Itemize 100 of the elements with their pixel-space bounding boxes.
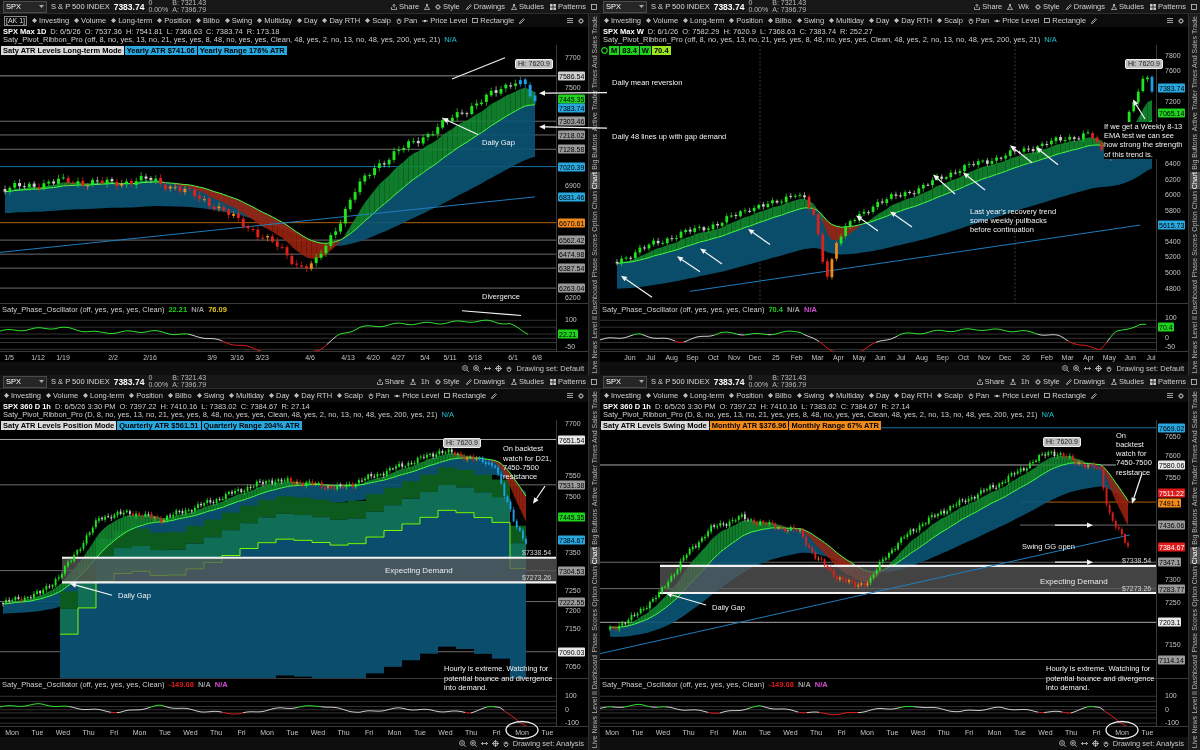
- crosshair-icon[interactable]: [1091, 740, 1099, 747]
- menu-icon[interactable]: [1167, 393, 1173, 398]
- horizontal-arrows-icon[interactable]: [1084, 366, 1092, 371]
- caret-icon: [39, 5, 44, 8]
- zoom-out-icon[interactable]: [1062, 365, 1070, 372]
- caret-icon: [639, 5, 644, 8]
- maximize-icon[interactable]: [591, 378, 597, 385]
- diamond-icon: [229, 393, 235, 398]
- diamond-icon: [829, 18, 835, 23]
- menu-icon[interactable]: [1167, 18, 1173, 23]
- horizontal-arrows-icon[interactable]: [480, 741, 488, 746]
- diamond-icon: [365, 18, 371, 23]
- diamond-icon: [46, 393, 52, 398]
- maximize-icon[interactable]: [1191, 3, 1197, 10]
- diamond-icon: [829, 393, 835, 398]
- gear-icon: [435, 3, 442, 10]
- diamond-icon: [111, 18, 117, 23]
- flask-icon[interactable]: [1007, 3, 1014, 10]
- zoom-out-icon[interactable]: [1058, 740, 1066, 747]
- share-icon: [376, 378, 383, 385]
- circle-icon: [601, 47, 608, 54]
- horizontal-arrows-icon[interactable]: [484, 366, 492, 371]
- diamond-icon: [74, 18, 80, 23]
- price-level-icon: [422, 17, 429, 24]
- pencil-icon: [465, 378, 472, 385]
- diamond-icon: [767, 18, 773, 23]
- arrow: [856, 215, 879, 232]
- pencil-icon[interactable]: [519, 17, 526, 24]
- hand-icon[interactable]: [1106, 365, 1113, 372]
- diamond-icon: [269, 393, 274, 398]
- caret-icon: [39, 380, 44, 383]
- crosshair-icon[interactable]: [491, 740, 499, 747]
- settings-icon[interactable]: [578, 17, 584, 24]
- diamond-icon: [32, 18, 38, 23]
- gear-icon: [435, 378, 442, 385]
- diamond-icon: [729, 18, 735, 23]
- maximize-icon[interactable]: [591, 3, 597, 10]
- pencil-icon: [1065, 378, 1072, 385]
- arrow: [1010, 145, 1033, 164]
- diamond-icon: [604, 393, 609, 398]
- flask-icon[interactable]: [424, 3, 431, 10]
- drawn-line: [461, 310, 522, 317]
- arrow: [533, 485, 546, 504]
- hand-icon: [395, 17, 402, 24]
- flask-icon: [511, 3, 518, 10]
- diamond-icon: [894, 18, 900, 23]
- arrow: [963, 172, 986, 191]
- arrow: [1054, 522, 1093, 528]
- arrow: [677, 256, 701, 273]
- diamond-icon: [297, 18, 303, 23]
- pencil-icon: [465, 3, 472, 10]
- zoom-out-icon[interactable]: [462, 365, 470, 372]
- zoom-in-icon[interactable]: [1069, 740, 1077, 747]
- diamond-icon: [869, 393, 874, 398]
- diamond-icon: [683, 393, 689, 398]
- pencil-icon[interactable]: [1091, 392, 1098, 399]
- settings-icon[interactable]: [1178, 17, 1184, 24]
- hand-icon[interactable]: [502, 740, 509, 747]
- settings-icon[interactable]: [1178, 392, 1184, 399]
- zoom-in-icon[interactable]: [469, 740, 477, 747]
- crosshair-icon[interactable]: [1095, 365, 1103, 372]
- menu-icon[interactable]: [567, 18, 573, 23]
- diamond-icon: [604, 18, 609, 23]
- crosshair-icon[interactable]: [495, 365, 503, 372]
- arrow: [1054, 559, 1093, 565]
- horizontal-arrows-icon[interactable]: [1080, 741, 1088, 746]
- price-level-icon: [994, 17, 1001, 24]
- hand-icon: [967, 392, 974, 399]
- share-icon: [391, 3, 398, 10]
- grid-icon: [550, 378, 557, 385]
- zone-label: Expecting Demand: [1040, 576, 1108, 587]
- flask-icon: [511, 378, 518, 385]
- last-price: 7383.74: [713, 376, 745, 387]
- zoom-out-icon[interactable]: [458, 740, 466, 747]
- flask-icon[interactable]: [1009, 378, 1016, 385]
- diamond-icon: [83, 393, 89, 398]
- diamond-icon: [257, 18, 263, 23]
- hand-icon[interactable]: [1102, 740, 1109, 747]
- pencil-icon: [1065, 3, 1072, 10]
- price-level-icon: [394, 392, 401, 399]
- arrow: [621, 275, 653, 298]
- pencil-icon[interactable]: [1091, 17, 1098, 24]
- zoom-in-icon[interactable]: [1073, 365, 1081, 372]
- share-icon: [974, 3, 981, 10]
- hand-icon: [967, 17, 974, 24]
- settings-icon[interactable]: [578, 392, 584, 399]
- zoom-in-icon[interactable]: [473, 365, 481, 372]
- diamond-icon: [796, 393, 802, 398]
- flask-icon[interactable]: [409, 378, 416, 385]
- hand-icon[interactable]: [506, 365, 513, 372]
- diamond-icon: [937, 393, 943, 398]
- maximize-icon[interactable]: [1191, 378, 1197, 385]
- highlight-ellipse: [1105, 720, 1139, 740]
- pencil-icon[interactable]: [491, 392, 498, 399]
- arrow: [70, 582, 113, 596]
- arrow: [748, 229, 771, 246]
- menu-icon[interactable]: [567, 393, 573, 398]
- highlight-ellipse: [505, 720, 539, 740]
- flask-icon: [1111, 378, 1118, 385]
- grid-icon: [1150, 378, 1157, 385]
